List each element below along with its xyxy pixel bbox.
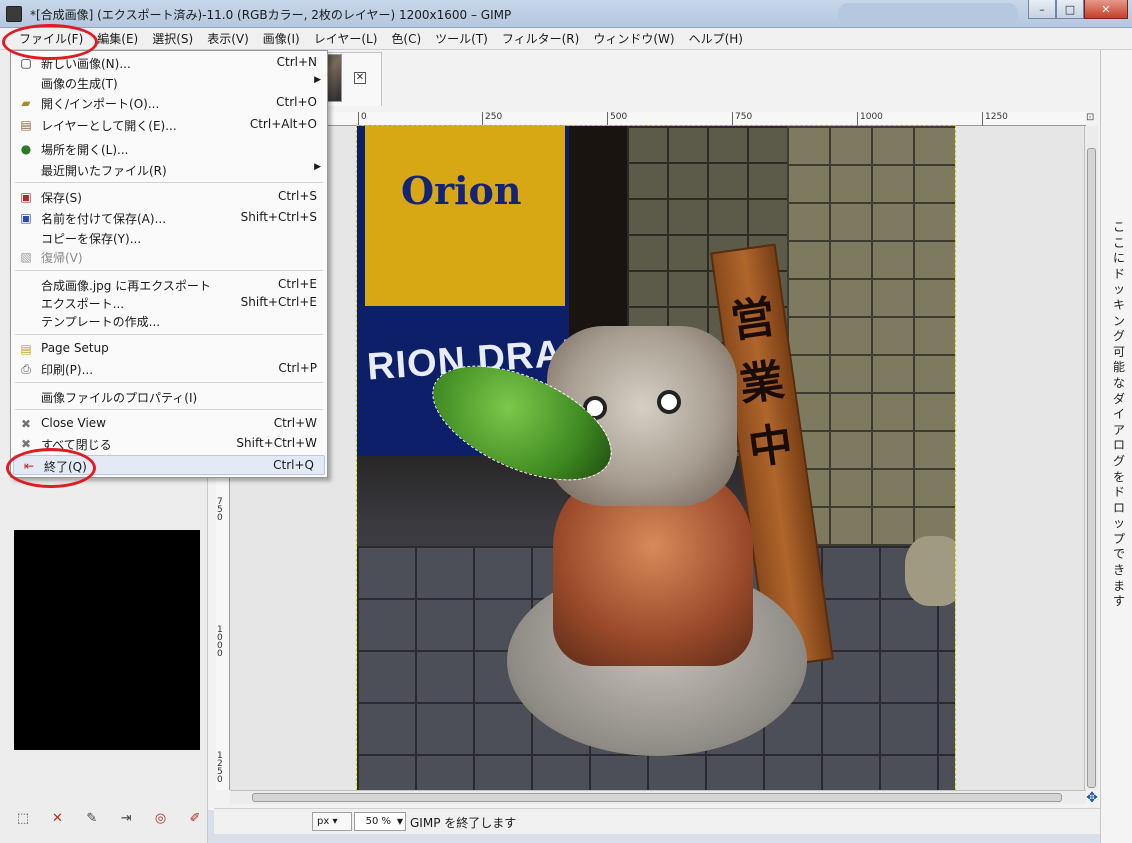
window-controls: – □ ✕: [1028, 0, 1128, 20]
menu-item-recent[interactable]: 最近開いたファイル(R) ▶: [11, 160, 327, 180]
globe-icon: ●: [20, 142, 32, 156]
menu-item-properties[interactable]: 画像ファイルのプロパティ(I): [11, 387, 327, 407]
image-canvas[interactable]: Orion RION DRAFT 営業中: [356, 125, 956, 791]
dock-drop-hint: ここにドッキング可能なダイアログをドロップできます: [1113, 220, 1126, 609]
page-setup-icon: ▤: [20, 342, 32, 356]
menu-separator: [15, 334, 323, 335]
title-bar: *[合成画像] (エクスポート済み)-11.0 (RGBカラー, 2枚のレイヤー…: [0, 0, 1132, 28]
status-message: GIMP を終了します: [410, 816, 517, 830]
ruler-tick: 1250: [217, 751, 223, 785]
menu-windows[interactable]: ウィンドウ(W): [586, 28, 681, 50]
close-button[interactable]: ✕: [1084, 0, 1128, 19]
menu-item-open-as-layer[interactable]: ▤ レイヤーとして開く(E)... Ctrl+Alt+O: [11, 115, 327, 135]
gimp-app-icon: [6, 6, 22, 22]
paths-icon[interactable]: ✎: [83, 810, 101, 828]
poster-brand: Orion: [401, 168, 522, 213]
save-as-icon: ▣: [20, 211, 32, 225]
menu-item-revert: ▧ 復帰(V): [20, 250, 83, 265]
menu-item-reexport[interactable]: 合成画像.jpg に再エクスポート Ctrl+E: [11, 275, 327, 295]
ruler-tick: 500: [607, 112, 627, 126]
open-icon: ▰: [21, 96, 31, 110]
unit-value: px: [317, 816, 330, 827]
ruler-tick: 1250: [982, 112, 1008, 126]
close-view-icon: ✖: [20, 417, 32, 431]
delete-icon[interactable]: ✕: [48, 810, 66, 828]
status-bar: px ▾ 50 % ▼ GIMP を終了します: [214, 808, 1100, 834]
background-window-ghost: [838, 3, 1018, 25]
scroll-thumb[interactable]: [1087, 148, 1096, 788]
stroke-icon[interactable]: ◎: [152, 810, 170, 828]
menu-colors[interactable]: 色(C): [384, 28, 428, 50]
menu-select[interactable]: 選択(S): [145, 28, 200, 50]
revert-icon: ▧: [20, 250, 32, 264]
layer-preview: [14, 530, 200, 750]
menu-item-print[interactable]: ⎙ 印刷(P)... Ctrl+P: [11, 359, 327, 379]
menu-view[interactable]: 表示(V): [200, 28, 256, 50]
menu-separator: [15, 270, 323, 271]
ruler-tick: 750: [217, 497, 223, 523]
annotation-circle-quit: [6, 448, 96, 488]
menu-filters[interactable]: フィルター(R): [495, 28, 586, 50]
poster-top: [365, 126, 565, 306]
menu-item-open[interactable]: ▰ 開く/インポート(O)... Ctrl+O: [11, 93, 327, 113]
file-menu-dropdown: ▢ 新しい画像(N)... Ctrl+N 画像の生成(T) ▶ ▰ 開く/インポ…: [10, 50, 328, 478]
submenu-arrow-icon: ▶: [314, 75, 321, 85]
menu-separator: [15, 182, 323, 183]
minimize-button[interactable]: –: [1028, 0, 1056, 19]
menu-item-page-setup[interactable]: ▤ Page Setup: [11, 339, 327, 359]
print-icon: ⎙: [21, 362, 31, 376]
menu-image[interactable]: 画像(I): [256, 28, 307, 50]
ruler-tick: 0: [358, 112, 367, 126]
menu-item-close-view[interactable]: ✖ Close View Ctrl+W: [11, 414, 327, 434]
ruler-tick: 250: [482, 112, 502, 126]
right-dock: ここにドッキング可能なダイアログをドロップできます: [1100, 50, 1132, 843]
submenu-arrow-icon: ▶: [314, 162, 321, 172]
menu-item-export[interactable]: エクスポート... Shift+Ctrl+E: [11, 293, 327, 313]
vertical-scrollbar[interactable]: [1084, 126, 1098, 790]
horizontal-scrollbar[interactable]: [230, 790, 1086, 804]
menu-item-save[interactable]: ▣ 保存(S) Ctrl+S: [11, 187, 327, 207]
menu-item-create[interactable]: 画像の生成(T) ▶: [11, 73, 327, 93]
save-icon: ▣: [20, 190, 32, 204]
annotation-circle-file-menu: [2, 24, 98, 60]
unit-select[interactable]: px ▾: [312, 812, 352, 831]
window-title: *[合成画像] (エクスポート済み)-11.0 (RGBカラー, 2枚のレイヤー…: [30, 8, 512, 22]
tab-close-icon[interactable]: ✕: [354, 72, 366, 84]
plant: [905, 536, 955, 606]
ruler-tick: 1000: [217, 625, 223, 659]
ruler-tick: 750: [732, 112, 752, 126]
menu-separator: [15, 409, 323, 410]
horizontal-ruler[interactable]: 0 250 500 750 1000 1250: [230, 112, 1086, 126]
shisa-eye: [657, 390, 681, 414]
zoom-dropdown-icon[interactable]: ▼: [394, 812, 406, 831]
navigate-icon[interactable]: ✥: [1084, 790, 1100, 806]
maximize-button[interactable]: □: [1056, 0, 1084, 19]
menu-item-save-as[interactable]: ▣ 名前を付けて保存(A)... Shift+Ctrl+S: [11, 208, 327, 228]
scroll-thumb[interactable]: [252, 793, 1062, 802]
menu-item-open-location[interactable]: ● 場所を開く(L)...: [11, 139, 327, 159]
menu-item-template[interactable]: テンプレートの作成...: [11, 311, 327, 331]
to-path-icon[interactable]: ⇥: [117, 810, 135, 828]
menu-separator: [15, 382, 323, 383]
menu-help[interactable]: ヘルプ(H): [682, 28, 750, 50]
ruler-corner-icon[interactable]: ⊡: [1086, 112, 1098, 126]
selection-icon[interactable]: ⬚: [14, 810, 32, 828]
menu-tools[interactable]: ツール(T): [428, 28, 495, 50]
ruler-tick: 1000: [857, 112, 883, 126]
menu-edit[interactable]: 編集(E): [90, 28, 145, 50]
paint-icon[interactable]: ✐: [186, 810, 204, 828]
close-all-icon: ✖: [20, 437, 32, 451]
menu-bar: ファイル(F) 編集(E) 選択(S) 表示(V) 画像(I) レイヤー(L) …: [0, 28, 1132, 50]
open-layer-icon: ▤: [20, 118, 32, 132]
menu-layer[interactable]: レイヤー(L): [307, 28, 385, 50]
menu-item-save-copy[interactable]: コピーを保存(Y)...: [11, 228, 327, 248]
dock-toolbar: ⬚ ✕ ✎ ⇥ ◎ ✐: [14, 810, 204, 830]
